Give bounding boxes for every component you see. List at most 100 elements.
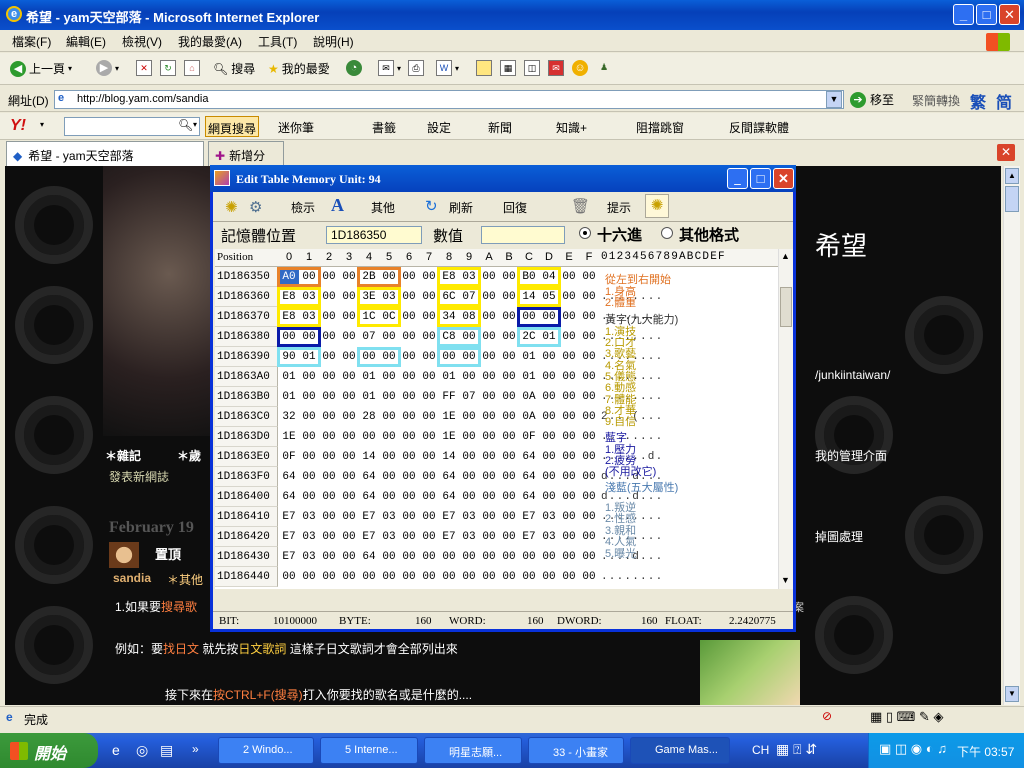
hex-byte[interactable]: 0F [279, 447, 299, 467]
hex-byte[interactable]: 00 [559, 547, 579, 567]
hex-byte[interactable]: 00 [559, 267, 579, 287]
hex-byte[interactable]: 00 [559, 307, 579, 327]
yahoo-item-5[interactable]: 阻擋跳窗 [636, 119, 684, 136]
quicklaunch-explorer-icon[interactable]: ◎ [136, 742, 148, 759]
hex-byte[interactable]: 00 [339, 467, 359, 487]
hex-byte[interactable]: E7 [279, 547, 299, 567]
hex-byte[interactable]: 00 [319, 327, 339, 347]
hex-byte[interactable]: 00 [579, 307, 599, 327]
hex-byte[interactable]: 00 [479, 487, 499, 507]
hex-byte[interactable]: 00 [379, 447, 399, 467]
hex-byte[interactable]: 0F [519, 427, 539, 447]
hex-byte[interactable]: E7 [439, 507, 459, 527]
hex-byte[interactable]: 00 [539, 387, 559, 407]
hex-byte[interactable]: 00 [579, 347, 599, 367]
hex-byte[interactable]: 64 [359, 467, 379, 487]
memory-address-input[interactable]: 1D186350 [326, 226, 422, 244]
hex-byte[interactable]: 00 [339, 507, 359, 527]
hex-byte[interactable]: 00 [559, 327, 579, 347]
hex-byte[interactable]: E7 [359, 527, 379, 547]
menu-favorites[interactable]: 我的最愛(A) [178, 33, 242, 50]
hex-byte[interactable]: 00 [559, 527, 579, 547]
hex-byte[interactable]: 00 [459, 547, 479, 567]
nav-other[interactable]: ＊歲 [177, 447, 201, 464]
font-icon[interactable]: A [331, 195, 344, 216]
hex-byte[interactable]: 00 [559, 467, 579, 487]
discuss-button[interactable] [476, 60, 492, 76]
admin-link[interactable]: 我的管理介面 [815, 447, 887, 464]
hex-byte[interactable]: E7 [519, 507, 539, 527]
ime-taskbar-icon[interactable]: ▦ ⍰ ⇵ [776, 741, 817, 758]
task-windows[interactable]: 2 Windo... [218, 737, 314, 764]
hex-byte[interactable]: 00 [319, 347, 339, 367]
hex-byte[interactable]: 00 [579, 267, 599, 287]
minimize-icon[interactable]: _ [953, 4, 974, 25]
hex-byte[interactable]: E7 [279, 527, 299, 547]
mail-red-button[interactable]: ✉ [548, 60, 564, 76]
hex-byte[interactable]: 00 [399, 327, 419, 347]
refresh-button[interactable]: ↻ [160, 60, 176, 76]
hex-byte[interactable]: 00 [299, 567, 319, 587]
hex-byte[interactable]: 00 [559, 367, 579, 387]
hex-byte[interactable]: 00 [419, 287, 439, 307]
hex-byte[interactable]: 00 [559, 347, 579, 367]
hex-byte[interactable]: 00 [319, 567, 339, 587]
menu-file[interactable]: 檔案(F) [12, 33, 51, 50]
address-input[interactable]: e http://blog.yam.com/sandia [54, 90, 844, 109]
hex-byte[interactable]: 00 [299, 487, 319, 507]
hex-byte[interactable]: 64 [519, 487, 539, 507]
convert-label[interactable]: 緊簡轉換 [912, 92, 960, 109]
hex-byte[interactable]: 00 [459, 567, 479, 587]
hex-byte[interactable]: 00 [479, 467, 499, 487]
image-fix-link[interactable]: 掉圖處理 [815, 528, 863, 545]
research-button[interactable]: ▦ [500, 60, 516, 76]
hex-byte[interactable]: 00 [319, 367, 339, 387]
hex-byte[interactable]: 01 [359, 387, 379, 407]
back-button[interactable]: ◀ 上一頁 ▾ [10, 60, 72, 77]
hex-byte[interactable]: 1E [439, 427, 459, 447]
go-button[interactable]: ➔ 移至 [850, 91, 894, 108]
refresh-button[interactable]: 刷新 [449, 199, 473, 216]
menu-tools[interactable]: 工具(T) [258, 33, 297, 50]
history-button[interactable]: ◔ [346, 60, 362, 76]
scroll-up-icon[interactable]: ▲ [1005, 168, 1019, 184]
hex-byte[interactable]: 00 [319, 447, 339, 467]
hex-byte[interactable]: 00 [459, 447, 479, 467]
task-paint[interactable]: 33 - 小畫家 [528, 737, 624, 764]
blog-url-fragment[interactable]: /junkiintaiwan/ [815, 368, 890, 382]
hex-byte[interactable]: 00 [499, 487, 519, 507]
hex-byte[interactable]: 00 [499, 447, 519, 467]
hex-byte[interactable]: 01 [519, 347, 539, 367]
tab-new[interactable]: ✚新增分頁 [208, 141, 284, 180]
hex-byte[interactable]: 00 [419, 327, 439, 347]
hex-grid[interactable]: 1D186350 A0 00 00 00 2B 00 00 00 E8 03 00 00 B0 04 00 00… [215, 267, 778, 589]
hex-byte[interactable]: 00 [419, 367, 439, 387]
hex-byte[interactable]: 01 [279, 387, 299, 407]
hex-byte[interactable]: 00 [499, 407, 519, 427]
hex-byte[interactable]: 00 [399, 507, 419, 527]
hex-byte[interactable]: 00 [479, 447, 499, 467]
scroll-thumb[interactable] [1005, 186, 1019, 212]
hex-byte[interactable]: 00 [299, 467, 319, 487]
hex-byte[interactable]: 03 [299, 547, 319, 567]
hex-byte[interactable]: 00 [419, 507, 439, 527]
hex-byte[interactable]: 00 [579, 367, 599, 387]
edit-button[interactable]: W ▾ [436, 60, 459, 76]
close-tab-icon[interactable]: ✕ [997, 144, 1015, 161]
hex-byte[interactable]: 00 [399, 347, 419, 367]
hex-byte[interactable]: 00 [459, 427, 479, 447]
window-titlebar[interactable]: e 希望 - yam天空部落 - Microsoft Internet Expl… [0, 0, 1024, 30]
hex-byte[interactable]: 00 [479, 387, 499, 407]
address-dropdown-icon[interactable]: ▼ [826, 91, 842, 108]
hex-byte[interactable]: 00 [399, 567, 419, 587]
view-button[interactable]: 檢示 [291, 199, 315, 216]
hex-byte[interactable]: 00 [359, 427, 379, 447]
hex-byte[interactable]: 01 [519, 367, 539, 387]
hex-byte[interactable]: 00 [279, 567, 299, 587]
hex-byte[interactable]: 00 [539, 467, 559, 487]
hex-byte[interactable]: 00 [499, 287, 519, 307]
hex-byte[interactable]: 00 [419, 407, 439, 427]
hex-byte[interactable]: 00 [419, 447, 439, 467]
task-game[interactable]: 明星志願... [424, 737, 522, 764]
scroll-down-icon[interactable]: ▼ [1005, 686, 1019, 702]
